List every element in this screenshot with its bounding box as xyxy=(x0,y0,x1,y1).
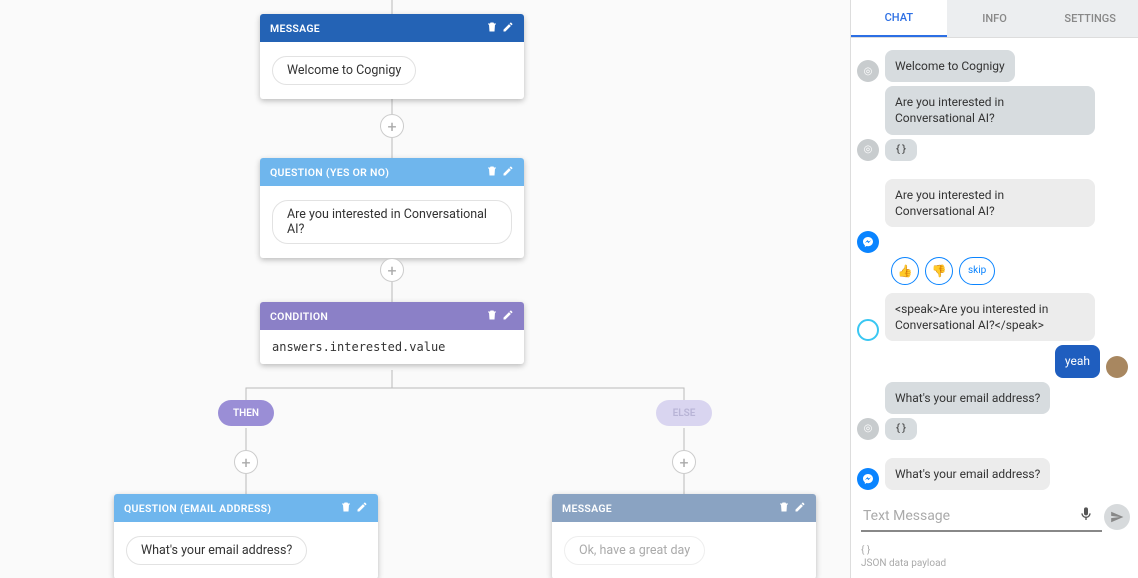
send-button[interactable] xyxy=(1104,504,1130,530)
node-header: MESSAGE xyxy=(552,494,816,522)
bot-message: Welcome to Cognigy xyxy=(885,50,1015,82)
chat-sidebar: CHAT INFO SETTINGS Welcome to Cognigy Ar… xyxy=(850,0,1138,578)
trash-icon[interactable] xyxy=(340,501,352,516)
spacer xyxy=(857,205,879,227)
node-question-email[interactable]: QUESTION (EMAIL ADDRESS) What's your ema… xyxy=(114,494,378,578)
node-body: Welcome to Cognigy xyxy=(260,42,524,99)
node-body: Are you interested in Conversational AI? xyxy=(260,186,524,258)
node-title: MESSAGE xyxy=(562,502,612,515)
tab-info[interactable]: INFO xyxy=(947,0,1043,37)
trash-icon[interactable] xyxy=(486,165,498,180)
add-node-button[interactable]: + xyxy=(380,258,404,282)
edit-icon[interactable] xyxy=(502,21,514,36)
bot-message: <speak>Are you interested in Conversatio… xyxy=(885,293,1095,341)
node-message-2[interactable]: MESSAGE Ok, have a great day xyxy=(552,494,816,578)
payload-bubble: {} xyxy=(885,139,917,161)
node-body: Ok, have a great day xyxy=(552,522,816,578)
chat-messages[interactable]: Welcome to Cognigy Are you interested in… xyxy=(851,38,1138,498)
condition-code[interactable]: answers.interested.value xyxy=(260,330,524,364)
tab-chat[interactable]: CHAT xyxy=(851,0,947,37)
edit-icon[interactable] xyxy=(356,501,368,516)
chat-text-input[interactable] xyxy=(861,502,1102,532)
add-node-button[interactable]: + xyxy=(672,450,696,474)
node-title: QUESTION (EMAIL ADDRESS) xyxy=(124,502,271,515)
cognigy-avatar-icon xyxy=(857,139,879,161)
node-question-yesno[interactable]: QUESTION (YES OR NO) Are you interested … xyxy=(260,158,524,258)
node-condition[interactable]: CONDITION answers.interested.value xyxy=(260,302,524,364)
branch-then[interactable]: THEN xyxy=(218,400,274,426)
bot-message: What's your email address? xyxy=(885,458,1050,490)
message-chip[interactable]: Ok, have a great day xyxy=(564,536,705,565)
messenger-avatar-icon xyxy=(857,231,879,253)
node-header: CONDITION xyxy=(260,302,524,330)
bot-message: Are you interested in Conversational AI? xyxy=(885,86,1095,134)
node-title: QUESTION (YES OR NO) xyxy=(270,166,389,179)
add-node-button[interactable]: + xyxy=(380,114,404,138)
mic-icon[interactable] xyxy=(1078,506,1094,526)
cognigy-avatar-icon xyxy=(857,418,879,440)
node-message-1[interactable]: MESSAGE Welcome to Cognigy xyxy=(260,14,524,99)
node-title: CONDITION xyxy=(270,310,328,323)
edit-icon[interactable] xyxy=(502,165,514,180)
quick-reply-thumbs-down[interactable]: 👎 xyxy=(925,257,953,285)
user-message: yeah xyxy=(1055,345,1100,377)
cognigy-avatar-icon xyxy=(857,60,879,82)
branch-else[interactable]: ELSE xyxy=(656,400,712,426)
bot-message: Are you interested in Conversational AI? xyxy=(885,179,1095,227)
trash-icon[interactable] xyxy=(778,501,790,516)
messenger-avatar-icon xyxy=(857,468,879,490)
quick-replies: 👍 👎 skip xyxy=(891,257,1128,285)
json-payload-hint: { } JSON data payload xyxy=(851,542,1138,578)
edit-icon[interactable] xyxy=(794,501,806,516)
quick-reply-skip[interactable]: skip xyxy=(959,257,995,285)
node-body: What's your email address? xyxy=(114,522,378,578)
trash-icon[interactable] xyxy=(486,309,498,324)
user-avatar-icon xyxy=(1106,356,1128,378)
edit-icon[interactable] xyxy=(502,309,514,324)
node-header: QUESTION (EMAIL ADDRESS) xyxy=(114,494,378,522)
alexa-avatar-icon xyxy=(857,319,879,341)
chat-input-area xyxy=(851,498,1138,542)
question-chip[interactable]: What's your email address? xyxy=(126,536,307,565)
trash-icon[interactable] xyxy=(486,21,498,36)
node-title: MESSAGE xyxy=(270,22,320,35)
question-chip[interactable]: Are you interested in Conversational AI? xyxy=(272,200,512,244)
quick-reply-thumbs-up[interactable]: 👍 xyxy=(891,257,919,285)
bot-message: What's your email address? xyxy=(885,382,1050,414)
flow-canvas[interactable]: MESSAGE Welcome to Cognigy + QUESTION (Y… xyxy=(0,0,850,578)
sidebar-tabs: CHAT INFO SETTINGS xyxy=(851,0,1138,38)
node-header: QUESTION (YES OR NO) xyxy=(260,158,524,186)
message-chip[interactable]: Welcome to Cognigy xyxy=(272,56,416,85)
tab-settings[interactable]: SETTINGS xyxy=(1042,0,1138,37)
add-node-button[interactable]: + xyxy=(234,450,258,474)
payload-bubble: {} xyxy=(885,418,917,440)
node-header: MESSAGE xyxy=(260,14,524,42)
